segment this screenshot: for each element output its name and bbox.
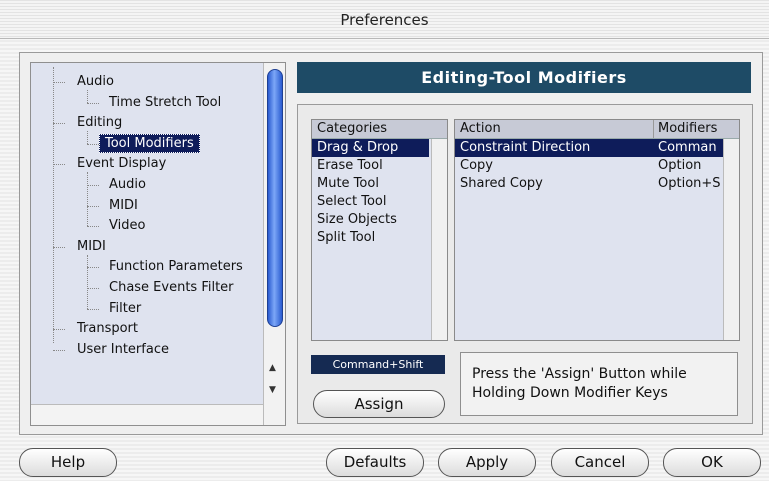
- tree-connector: [87, 308, 99, 310]
- scroll-up-arrow-icon[interactable]: ▲: [269, 363, 276, 373]
- preferences-tree[interactable]: Audio Time Stretch Tool Editing Tool Modifi…: [30, 62, 286, 426]
- category-item[interactable]: Mute Tool: [312, 175, 447, 193]
- action-row[interactable]: Shared Copy Option+S: [455, 175, 723, 193]
- tree-item[interactable]: Time Stretch Tool: [109, 93, 221, 113]
- tree-connector: [53, 67, 54, 343]
- tree-connector: [87, 90, 88, 103]
- actions-header: Action Modifiers: [455, 120, 739, 139]
- tree-connector: [87, 172, 88, 227]
- tree-connector: [87, 288, 99, 289]
- help-button[interactable]: Help: [19, 448, 117, 477]
- tree-connector: [53, 246, 65, 248]
- tree-item[interactable]: Video: [109, 216, 145, 236]
- tree-item-label: MIDI: [109, 197, 138, 213]
- tree-item[interactable]: User Interface: [77, 340, 169, 360]
- tree-connector: [87, 185, 99, 186]
- panel-title: Editing-Tool Modifiers: [297, 62, 751, 93]
- tree-connector: [53, 349, 65, 351]
- tree-item-label: Filter: [109, 300, 142, 316]
- tree-item[interactable]: Event Display: [77, 154, 166, 174]
- vertical-scrollbar[interactable]: ▲ ▼: [263, 63, 285, 425]
- tree-item-label: Chase Events Filter: [109, 280, 234, 295]
- action-column-header[interactable]: Action: [460, 120, 653, 138]
- window-title: Preferences: [340, 11, 429, 29]
- tree-connector: [87, 267, 99, 269]
- hint-line-2: Holding Down Modifier Keys: [472, 385, 668, 401]
- tree-scroll-area: Audio Time Stretch Tool Editing Tool Modifi…: [31, 63, 263, 404]
- ok-button[interactable]: OK: [663, 448, 761, 477]
- category-item[interactable]: Select Tool: [312, 193, 447, 211]
- tree-connector: [87, 131, 88, 144]
- tree-connector: [87, 254, 88, 309]
- tree-item-label: Audio: [77, 74, 114, 89]
- assign-button[interactable]: Assign: [313, 390, 445, 418]
- tree-item[interactable]: MIDI: [77, 237, 106, 257]
- action-cell: Copy: [460, 158, 493, 173]
- scroll-down-arrow-icon[interactable]: ▼: [269, 385, 276, 395]
- tree-item-label: Function Parameters: [109, 259, 243, 275]
- categories-header: Categories: [312, 120, 447, 139]
- categories-header-label: Categories: [317, 121, 388, 136]
- categories-list[interactable]: Categories Drag & Drop Erase Tool Mute Too…: [311, 119, 448, 341]
- category-item[interactable]: Size Objects: [312, 211, 447, 229]
- tree-item[interactable]: Function Parameters: [109, 257, 243, 277]
- current-modifier-keys: Command+Shift: [311, 355, 445, 374]
- horizontal-scrollbar[interactable]: [31, 404, 263, 425]
- tree-item-label: Transport: [77, 321, 139, 337]
- category-item[interactable]: Drag & Drop: [312, 139, 429, 157]
- tree-connector: [87, 143, 99, 145]
- category-item[interactable]: Split Tool: [312, 229, 447, 247]
- tree-item[interactable]: Audio: [77, 72, 114, 92]
- tree-item-label: User Interface: [77, 341, 169, 357]
- tree-connector: [53, 123, 65, 125]
- title-bar: Preferences: [0, 0, 769, 39]
- tree-connector: [87, 226, 99, 228]
- tree-connector: [53, 82, 65, 83]
- tree-item[interactable]: Transport: [77, 319, 138, 339]
- tree-item[interactable]: Chase Events Filter: [109, 278, 234, 298]
- tree-item-label: Editing: [77, 115, 123, 131]
- actions-scrollbar[interactable]: [723, 139, 739, 340]
- modifiers-cell: Option+S: [658, 176, 720, 191]
- tree-item-label: Event Display: [77, 156, 167, 172]
- tree-item[interactable]: Editing: [77, 113, 122, 133]
- hint-line-1: Press the 'Assign' Button while: [472, 366, 687, 382]
- action-row[interactable]: Constraint Direction Comman: [455, 139, 723, 157]
- tree-item-label: Video: [109, 218, 146, 234]
- tree-item[interactable]: Tool Modifiers: [99, 133, 200, 154]
- tree-item-label: MIDI: [77, 238, 106, 254]
- actions-table[interactable]: Action Modifiers Constraint Direction Com…: [454, 119, 740, 341]
- apply-button[interactable]: Apply: [438, 448, 536, 477]
- action-cell: Constraint Direction: [460, 140, 591, 155]
- category-item[interactable]: Erase Tool: [312, 157, 447, 175]
- tree-connector: [87, 102, 99, 104]
- scrollbar-thumb[interactable]: [267, 69, 283, 327]
- tree-item[interactable]: MIDI: [109, 196, 138, 216]
- tree-item[interactable]: Audio: [109, 175, 146, 195]
- action-cell: Shared Copy: [460, 176, 543, 191]
- tree-item[interactable]: Filter: [109, 299, 141, 319]
- action-row[interactable]: Copy Option: [455, 157, 723, 175]
- tree-connector: [53, 329, 65, 331]
- defaults-button[interactable]: Defaults: [326, 448, 424, 477]
- categories-scrollbar[interactable]: [431, 139, 447, 340]
- cancel-button[interactable]: Cancel: [551, 448, 649, 477]
- hint-box: Press the 'Assign' Button while Holding …: [460, 352, 738, 416]
- tree-item-label: Audio: [109, 177, 146, 192]
- tree-connector: [53, 164, 65, 166]
- tree-item-label: Tool Modifiers: [99, 133, 200, 153]
- modifiers-column-header[interactable]: Modifiers: [653, 120, 730, 138]
- modifiers-cell: Option: [658, 158, 702, 173]
- tree-item-label: Time Stretch Tool: [109, 94, 222, 110]
- tree-connector: [87, 205, 99, 207]
- modifiers-cell: Comman: [658, 140, 717, 155]
